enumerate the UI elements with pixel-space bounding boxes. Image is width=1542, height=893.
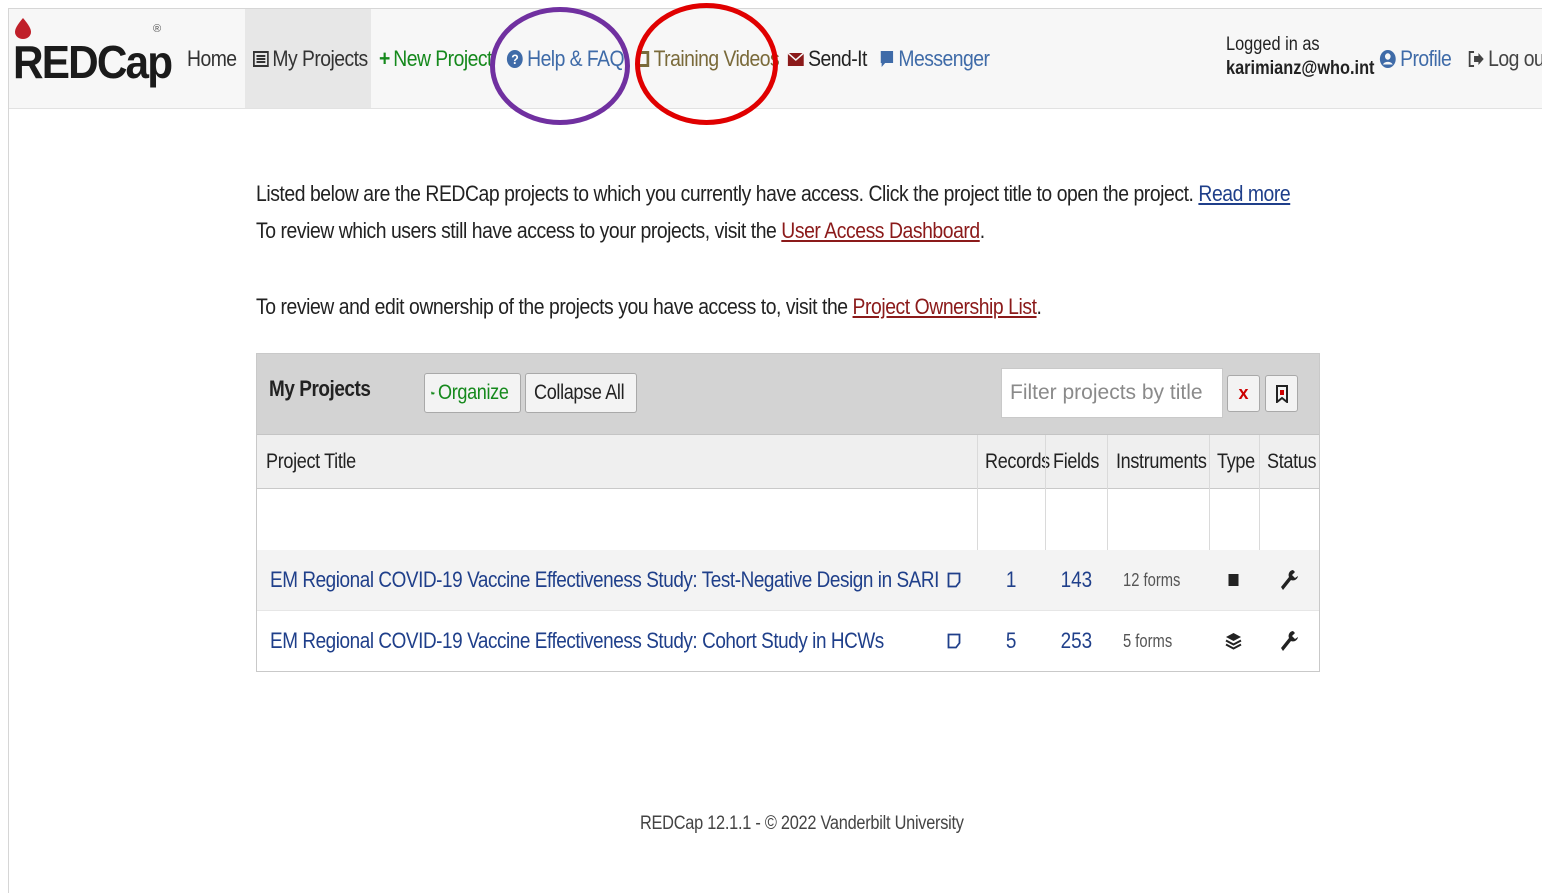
records-count[interactable]: 5 xyxy=(979,611,1043,671)
nav-my-projects[interactable]: My Projects xyxy=(253,9,368,108)
plus-icon: + xyxy=(379,45,390,71)
nav-new-project[interactable]: + New Project xyxy=(379,9,492,108)
col-instruments[interactable]: Instruments xyxy=(1116,435,1221,488)
panel-header: My Projects Organize Collapse All x xyxy=(257,354,1319,435)
ownership-end: . xyxy=(1036,294,1042,319)
square-icon xyxy=(1228,550,1239,610)
user-access-dashboard-link[interactable]: User Access Dashboard xyxy=(781,218,980,243)
fields-count[interactable]: 143 xyxy=(1047,550,1105,610)
notes-icon[interactable] xyxy=(947,611,961,671)
bookmark-filter-button[interactable] xyxy=(1265,375,1298,412)
nav-profile[interactable]: Profile xyxy=(1379,9,1452,108)
wrench-icon xyxy=(1279,611,1299,671)
organize-button[interactable]: Organize xyxy=(424,373,521,413)
intro-text-1: Listed below are the REDCap projects to … xyxy=(256,181,1194,206)
logged-in-info: Logged in as karimianz@who.int xyxy=(1226,33,1374,81)
nav-messenger[interactable]: Messenger xyxy=(879,9,990,108)
footer-text: REDCap 12.1.1 - © 2022 Vanderbilt Univer… xyxy=(640,813,964,834)
nav-home-label: Home xyxy=(187,45,237,71)
annotation-circle-training xyxy=(635,3,778,125)
clear-filter-button[interactable]: x xyxy=(1227,375,1260,412)
logo-registered-mark: ® xyxy=(153,23,162,35)
list-icon xyxy=(253,50,269,67)
intro-text-3: . xyxy=(979,218,985,243)
intro-paragraph: Listed below are the REDCap projects to … xyxy=(256,175,1312,249)
nav-log-out-label: Log out xyxy=(1488,45,1542,71)
table-row: EM Regional COVID-19 Vaccine Effectivene… xyxy=(257,610,1319,671)
col-records[interactable]: Records xyxy=(985,435,1060,488)
clear-filter-label: x xyxy=(1238,383,1249,403)
nav-messenger-label: Messenger xyxy=(898,45,990,71)
wrench-icon xyxy=(1279,550,1299,610)
logged-in-label: Logged in as xyxy=(1226,34,1320,55)
table-header: Project Title Records Fields Instruments… xyxy=(257,435,1319,489)
bookmark-icon xyxy=(1275,384,1288,403)
organize-label: Organize xyxy=(437,381,509,404)
nav-profile-label: Profile xyxy=(1400,45,1452,71)
table-row: EM Regional COVID-19 Vaccine Effectivene… xyxy=(257,550,1319,610)
ownership-text: To review and edit ownership of the proj… xyxy=(256,294,848,319)
user-circle-icon xyxy=(1379,49,1396,68)
nav-my-projects-label: My Projects xyxy=(272,45,368,71)
read-more-link[interactable]: Read more xyxy=(1198,181,1290,206)
notes-icon[interactable] xyxy=(947,550,961,610)
my-projects-panel: My Projects Organize Collapse All x xyxy=(256,353,1320,672)
records-count[interactable]: 1 xyxy=(979,550,1043,610)
ownership-paragraph: To review and edit ownership of the proj… xyxy=(256,288,1312,325)
nav-send-it[interactable]: Send-It xyxy=(787,9,867,108)
project-title-link[interactable]: EM Regional COVID-19 Vaccine Effectivene… xyxy=(270,611,984,671)
project-ownership-list-link[interactable]: Project Ownership List xyxy=(853,294,1037,319)
panel-title: My Projects xyxy=(269,376,371,401)
instruments-count: 12 forms xyxy=(1123,569,1181,590)
col-fields[interactable]: Fields xyxy=(1053,435,1107,488)
collapse-all-button[interactable]: Collapse All xyxy=(525,373,637,413)
fields-count[interactable]: 253 xyxy=(1047,611,1105,671)
user-email: karimianz@who.int xyxy=(1226,58,1375,79)
intro-text-2: To review which users still have access … xyxy=(256,218,777,243)
nav-send-it-label: Send-It xyxy=(808,45,867,71)
sign-out-icon xyxy=(1468,50,1484,67)
logo-text: REDCap xyxy=(13,36,173,88)
envelope-icon xyxy=(787,51,805,66)
filter-projects-input[interactable] xyxy=(1001,368,1223,418)
col-type[interactable]: Type xyxy=(1217,435,1261,488)
nav-new-project-label: New Project xyxy=(393,45,492,71)
layers-icon xyxy=(1225,611,1242,671)
annotation-circle-help xyxy=(490,7,630,125)
nav-log-out[interactable]: Log out xyxy=(1467,9,1542,108)
project-title-link[interactable]: EM Regional COVID-19 Vaccine Effectivene… xyxy=(270,550,1048,610)
folder-open-icon xyxy=(431,391,435,395)
collapse-all-label: Collapse All xyxy=(534,381,625,404)
instruments-count: 5 forms xyxy=(1123,630,1173,651)
col-project-title[interactable]: Project Title xyxy=(266,435,371,488)
redcap-logo[interactable]: REDCap ® xyxy=(13,18,185,88)
nav-home[interactable]: Home xyxy=(187,9,237,108)
chat-bubble-icon xyxy=(880,50,894,67)
col-status[interactable]: Status xyxy=(1267,435,1324,488)
